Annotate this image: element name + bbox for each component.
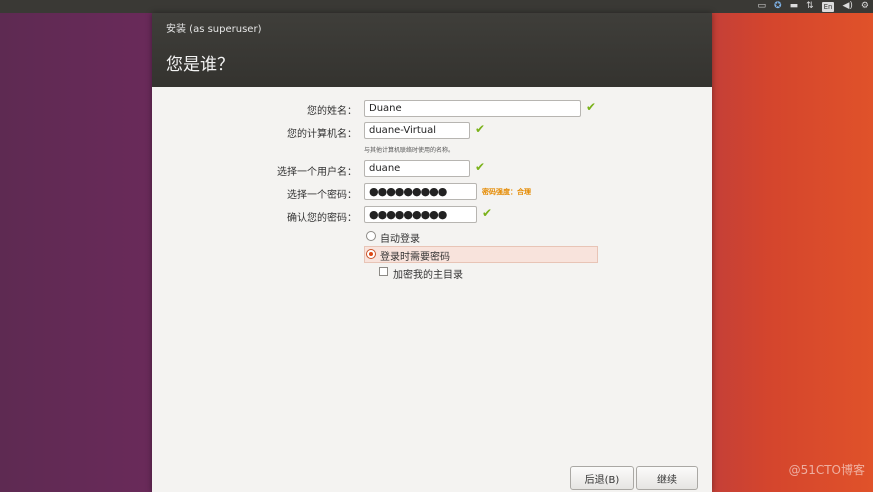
name-valid-icon: ✔ — [586, 100, 597, 114]
require-password-radio[interactable] — [366, 249, 376, 259]
computer-name-hint: 与其他计算机联络时使用的名称。 — [364, 147, 455, 154]
computer-name-valid-icon: ✔ — [475, 122, 486, 136]
password-field[interactable]: ●●●●●●●●● — [364, 183, 477, 200]
name-label: 您的姓名： — [307, 106, 357, 117]
accessibility-icon[interactable]: ✪ — [774, 0, 782, 13]
password-strength: 密码强度：合理 — [482, 188, 531, 196]
watermark: @51CTO博客 — [788, 463, 865, 477]
encrypt-home-checkbox[interactable] — [379, 267, 388, 276]
battery-icon[interactable]: ▬ — [790, 0, 799, 13]
top-panel: ▭ ✪ ▬ ⇅ En ◀) ⚙ — [0, 0, 873, 13]
power-gear-icon[interactable]: ⚙ — [861, 0, 869, 13]
confirm-password-field[interactable]: ●●●●●●●●● — [364, 206, 477, 223]
encrypt-home-label[interactable]: 加密我的主目录 — [393, 266, 463, 281]
password-label: 选择一个密码： — [287, 190, 357, 201]
volume-icon[interactable]: ◀) — [842, 0, 852, 13]
auto-login-radio[interactable] — [366, 231, 376, 241]
confirm-password-valid-icon: ✔ — [482, 206, 493, 220]
back-button[interactable]: 后退(B) — [570, 466, 634, 490]
auto-login-label[interactable]: 自动登录 — [380, 230, 420, 245]
window-titlebar[interactable]: 安装 (as superuser) 您是谁？ — [152, 13, 712, 87]
keyboard-icon[interactable]: ▭ — [758, 0, 767, 13]
username-label: 选择一个用户名： — [277, 167, 357, 178]
name-field[interactable]: Duane — [364, 100, 581, 117]
page-title: 您是谁？ — [166, 55, 234, 75]
username-field[interactable]: duane — [364, 160, 470, 177]
computer-name-field[interactable]: duane-Virtual — [364, 122, 470, 139]
keyboard-layout-indicator[interactable]: En — [821, 1, 835, 12]
confirm-password-label: 确认您的密码： — [287, 213, 357, 224]
computer-name-label: 您的计算机名： — [287, 129, 357, 140]
window-title: 安装 (as superuser) — [166, 24, 262, 35]
user-setup-form: 您的姓名： Duane ✔ 您的计算机名： duane-Virtual ✔ 与其… — [152, 87, 712, 492]
require-password-label[interactable]: 登录时需要密码 — [380, 248, 450, 263]
network-arrows-icon[interactable]: ⇅ — [806, 0, 814, 13]
username-valid-icon: ✔ — [475, 160, 486, 174]
continue-button[interactable]: 继续 — [636, 466, 698, 490]
installer-window: 安装 (as superuser) 您是谁？ 您的姓名： Duane ✔ 您的计… — [152, 13, 712, 492]
